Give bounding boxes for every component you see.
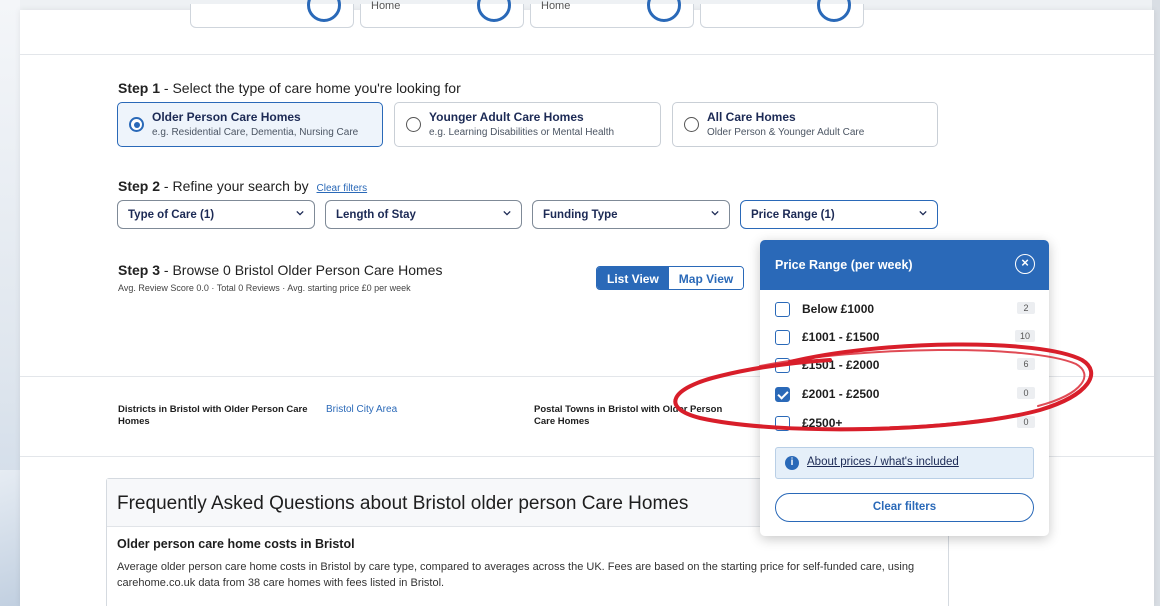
count-badge: 6 [1017, 358, 1035, 370]
option-label: £1001 - £1500 [802, 330, 880, 344]
faq-answer: Average older person care home costs in … [117, 561, 915, 589]
dropdown-label: Length of Stay [336, 209, 416, 221]
count-badge: 0 [1017, 387, 1035, 399]
districts-label: Districts in Bristol with Older Person C… [118, 404, 308, 427]
info-icon: i [785, 456, 799, 470]
option-younger-adult[interactable]: Younger Adult Care Homes e.g. Learning D… [394, 102, 661, 147]
step1-heading: Step 1 - Select the type of care home yo… [118, 80, 461, 96]
care-type-card-2[interactable]: Home [360, 0, 524, 28]
checkbox[interactable] [775, 416, 790, 431]
count-badge: 10 [1014, 330, 1035, 342]
option-title: All Care Homes [707, 110, 796, 124]
radio-button[interactable] [129, 117, 144, 132]
step3-label: Step 3 [118, 262, 161, 278]
view-toggle: List View Map View [596, 266, 745, 290]
price-option-1501-2000[interactable]: £1501 - £2000 6 [775, 356, 1035, 376]
option-all-care-homes[interactable]: All Care Homes Older Person & Younger Ad… [672, 102, 938, 147]
checkbox[interactable] [775, 302, 790, 317]
radio-button[interactable] [406, 117, 421, 132]
count-badge: 2 [1017, 302, 1035, 314]
popover-title: Price Range (per week) [775, 258, 913, 272]
map-view-button[interactable]: Map View [668, 267, 744, 289]
card-label: Home [371, 0, 401, 12]
option-subtitle: e.g. Residential Care, Dementia, Nursing… [152, 127, 359, 138]
dropdown-label: Funding Type [543, 209, 618, 221]
length-of-stay-dropdown[interactable]: Length of Stay [325, 200, 522, 229]
option-label: £2500+ [802, 416, 843, 430]
step2-text: - Refine your search by [160, 178, 309, 194]
dropdown-label: Price Range (1) [751, 209, 835, 221]
page: Home Home Step 1 - Select the type of ca… [20, 0, 1154, 606]
type-of-care-dropdown[interactable]: Type of Care (1) [117, 200, 315, 229]
option-title: Younger Adult Care Homes [429, 110, 584, 124]
clear-filters-link[interactable]: Clear filters [317, 183, 368, 194]
price-option-1001-1500[interactable]: £1001 - £1500 10 [775, 328, 1035, 348]
price-range-popover: Price Range (per week) × Below £1000 2 £… [760, 240, 1049, 536]
prices-info-box: i About prices / what's included [775, 447, 1034, 479]
step2-heading: Step 2 - Refine your search by Clear fil… [118, 178, 367, 194]
postal-towns-label: Postal Towns in Bristol with Older Perso… [534, 404, 723, 427]
option-label: £1501 - £2000 [802, 358, 880, 372]
step3-heading: Step 3 - Browse 0 Bristol Older Person C… [118, 262, 442, 278]
step3-stats: Avg. Review Score 0.0 · Total 0 Reviews … [118, 283, 411, 293]
about-prices-link[interactable]: About prices / what's included [807, 456, 959, 468]
dropdown-label: Type of Care (1) [128, 209, 215, 221]
step1-label: Step 1 [118, 80, 161, 96]
chevron-down-icon [296, 210, 304, 216]
list-view-button[interactable]: List View [597, 267, 669, 289]
care-type-icon [307, 0, 341, 22]
checkbox[interactable] [775, 358, 790, 373]
step2-label: Step 2 [118, 178, 161, 194]
popover-header: Price Range (per week) × [760, 240, 1049, 290]
price-option-2500-plus[interactable]: £2500+ 0 [775, 414, 1035, 434]
price-range-dropdown[interactable]: Price Range (1) [740, 200, 938, 229]
bristol-city-area-link[interactable]: Bristol City Area [326, 404, 397, 415]
option-label: Below £1000 [802, 302, 875, 316]
care-type-icon [477, 0, 511, 22]
option-subtitle: Older Person & Younger Adult Care [707, 127, 865, 138]
step3-text: - Browse 0 Bristol Older Person Care Hom… [160, 262, 443, 278]
divider [20, 54, 1154, 55]
chevron-down-icon [711, 210, 719, 216]
count-badge: 0 [1017, 416, 1035, 428]
care-type-card-1[interactable] [190, 0, 354, 28]
card-label: Home [541, 0, 571, 12]
close-icon[interactable]: × [1015, 254, 1035, 274]
step1-text: - Select the type of care home you're lo… [160, 80, 461, 96]
checkbox-checked[interactable] [775, 387, 790, 402]
care-type-icon [647, 0, 681, 22]
option-older-person[interactable]: Older Person Care Homes e.g. Residential… [117, 102, 383, 147]
funding-type-dropdown[interactable]: Funding Type [532, 200, 730, 229]
option-label: £2001 - £2500 [802, 387, 880, 401]
care-type-card-3[interactable]: Home [530, 0, 694, 28]
chevron-down-icon [919, 210, 927, 216]
price-option-below-1000[interactable]: Below £1000 2 [775, 300, 1035, 320]
chevron-down-icon [503, 210, 511, 216]
care-type-card-4[interactable] [700, 0, 864, 28]
checkbox[interactable] [775, 330, 790, 345]
option-title: Older Person Care Homes [152, 110, 301, 124]
clear-filters-button[interactable]: Clear filters [775, 493, 1034, 522]
option-subtitle: e.g. Learning Disabilities or Mental Hea… [429, 127, 615, 138]
price-option-2001-2500[interactable]: £2001 - £2500 0 [775, 385, 1035, 405]
care-type-icon [817, 0, 851, 22]
radio-button[interactable] [684, 117, 699, 132]
